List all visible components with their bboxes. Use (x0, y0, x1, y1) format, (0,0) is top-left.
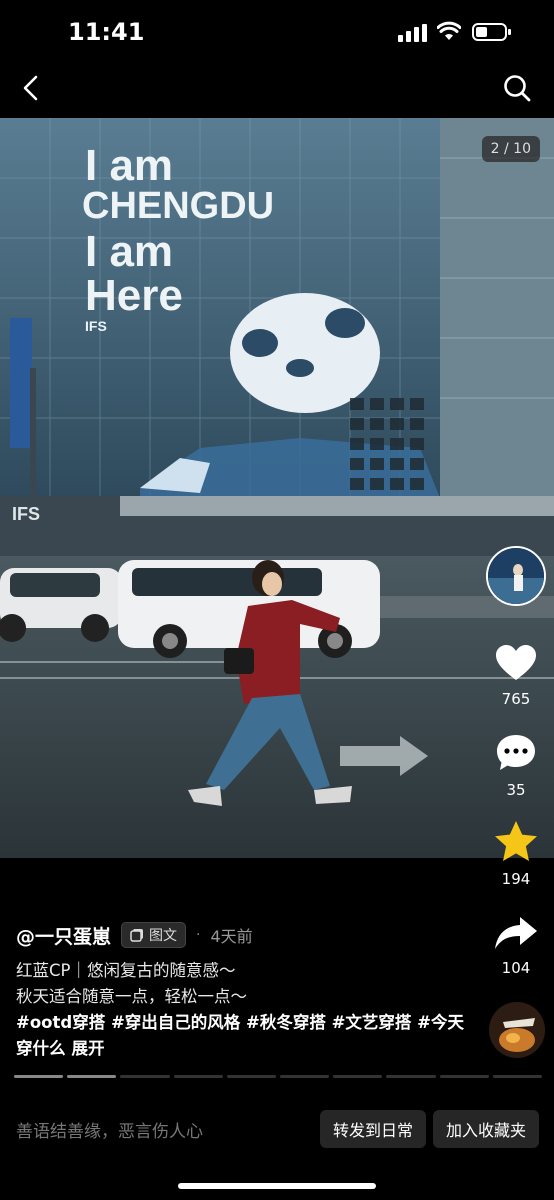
related-content-image (489, 1002, 545, 1058)
progress-segment (120, 1075, 170, 1078)
image-text-icon (130, 929, 144, 942)
image-counter: 2 / 10 (481, 136, 540, 162)
caption-line: 红蓝CP｜悠闲复古的随意感～ (16, 961, 236, 980)
related-content-avatar[interactable] (489, 1002, 545, 1058)
progress-segment (173, 1075, 223, 1078)
progress-segment (492, 1075, 543, 1078)
progress-segment (67, 1075, 117, 1078)
billboard-line-1: I am (85, 141, 173, 190)
favorite-button[interactable]: 194 (486, 820, 546, 888)
like-count: 765 (501, 690, 531, 708)
post-time: 4天前 (210, 927, 253, 946)
wifi-icon (437, 21, 461, 40)
post-type-badge: 图文 (121, 922, 187, 948)
back-icon[interactable] (18, 74, 46, 102)
comment-icon (497, 735, 535, 770)
cellular-signal-icon (398, 24, 427, 42)
meta-separator: · (196, 927, 201, 943)
post-type-label: 图文 (149, 928, 178, 944)
progress-segment (280, 1075, 330, 1078)
progress-segment (439, 1075, 489, 1078)
heart-icon (496, 645, 536, 680)
storefront-sign: IFS (12, 504, 40, 524)
share-button[interactable]: 104 (486, 915, 546, 977)
home-indicator[interactable] (178, 1183, 376, 1189)
avatar-image (488, 548, 544, 604)
billboard-brand: IFS (85, 318, 107, 334)
star-icon (495, 821, 537, 861)
post-caption[interactable]: 红蓝CP｜悠闲复古的随意感～ 秋天适合随意一点，轻松一点～ #ootd穿搭 #穿… (16, 958, 466, 1062)
progress-segment (14, 1075, 64, 1078)
comment-input[interactable]: 善语结善缘，恶言伤人心 (16, 1117, 203, 1142)
post-meta: @一只蛋崽 图文 · 4天前 (16, 920, 253, 950)
comment-count: 35 (506, 781, 526, 799)
status-time: 11:41 (68, 18, 145, 46)
progress-segment (386, 1075, 436, 1078)
image-progress-bar (14, 1075, 543, 1078)
search-icon[interactable] (502, 73, 532, 103)
expand-button[interactable]: 展开 (72, 1039, 105, 1058)
caption-line: 秋天适合随意一点，轻松一点～ (16, 987, 247, 1006)
author-avatar[interactable] (486, 546, 546, 606)
comment-button[interactable]: 35 (486, 733, 546, 799)
share-count: 104 (501, 959, 531, 977)
author-name[interactable]: @一只蛋崽 (16, 922, 111, 949)
progress-segment (226, 1075, 277, 1078)
billboard-line-3: I am (85, 227, 173, 276)
favorite-count: 194 (501, 870, 531, 888)
status-bar: 11:41 (0, 0, 554, 60)
like-button[interactable]: 765 (486, 644, 546, 708)
forward-to-daily-button[interactable]: 转发到日常 (320, 1110, 426, 1148)
post-photo[interactable]: I am CHENGDU I am Here IFS IFS (0, 118, 554, 858)
share-arrow-icon (495, 917, 537, 949)
add-to-favorites-button[interactable]: 加入收藏夹 (433, 1110, 539, 1148)
billboard-line-2: CHENGDU (82, 185, 274, 227)
battery-icon (472, 23, 511, 41)
billboard-line-4: Here (85, 271, 183, 320)
progress-segment (333, 1075, 383, 1078)
street-scene-image: I am CHENGDU I am Here IFS IFS (0, 118, 554, 858)
